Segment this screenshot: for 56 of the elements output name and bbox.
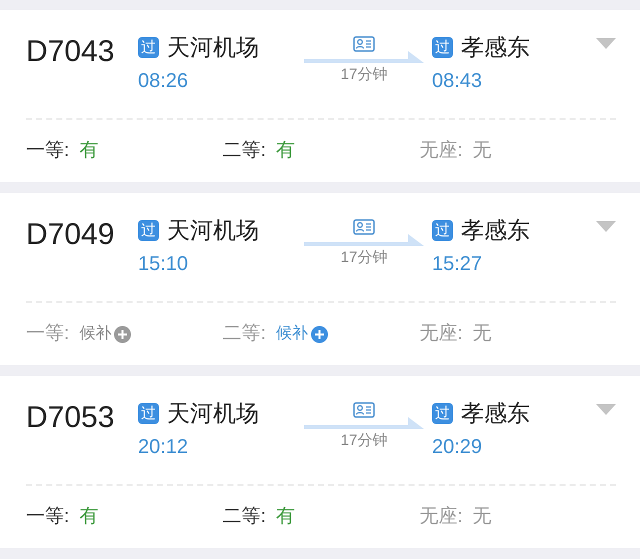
seat-class-label: 二等: xyxy=(222,505,266,529)
seat-availability: 无 xyxy=(472,322,492,346)
train-card[interactable]: D7053 过 天河机场 20:12 17分钟 过 孝感东 20:29 一等: 有 二等: 有 无座: 无 xyxy=(0,376,640,548)
seat-availability: 候补 xyxy=(276,324,308,344)
time: 20:29 xyxy=(432,435,484,460)
seat-class-label: 无座: xyxy=(419,322,463,346)
time: 08:43 xyxy=(432,69,484,94)
train-card[interactable]: D7043 过 天河机场 08:26 17分钟 过 孝感东 08:43 一等: 有 二等: 有 无座: 无 xyxy=(0,10,640,182)
seat-class-label: 一等: xyxy=(26,322,70,346)
seat-class-label: 一等: xyxy=(26,139,70,163)
time: 15:10 xyxy=(138,252,190,277)
seat-class-label: 无座: xyxy=(419,139,463,163)
station-name: 天河机场 xyxy=(167,216,259,245)
train-card[interactable]: D7049 过 天河机场 15:10 17分钟 过 孝感东 15:27 一等: 候补 二等: 候补 无座: 无 xyxy=(0,193,640,365)
arrow-icon xyxy=(304,234,424,246)
seat-class-label: 无座: xyxy=(419,505,463,529)
pass-badge: 过 xyxy=(432,220,453,240)
station-name: 孝感东 xyxy=(461,216,530,245)
pass-badge: 过 xyxy=(138,402,159,424)
arrow-icon xyxy=(304,51,424,63)
time: 20:12 xyxy=(138,435,190,460)
train-number: D7053 xyxy=(26,400,116,436)
arrow-icon xyxy=(304,417,424,429)
plus-icon[interactable] xyxy=(310,326,328,342)
station-name: 天河机场 xyxy=(167,33,259,62)
seat-class-label: 二等: xyxy=(222,322,266,346)
dropdown-triangle-icon[interactable] xyxy=(596,38,616,49)
seat-class-label: 二等: xyxy=(222,139,266,163)
seat-availability: 有 xyxy=(79,139,98,163)
pass-badge: 过 xyxy=(432,36,453,58)
time: 08:26 xyxy=(138,69,190,94)
pass-badge: 过 xyxy=(138,36,159,58)
station-name: 天河机场 xyxy=(167,399,259,428)
duration: 17分钟 xyxy=(340,65,388,85)
duration: 17分钟 xyxy=(340,248,388,268)
seat-availability: 有 xyxy=(79,505,98,529)
seat-availability: 候补 xyxy=(79,324,112,344)
seat-availability: 有 xyxy=(276,505,295,529)
seat-availability: 有 xyxy=(276,139,295,163)
dropdown-triangle-icon[interactable] xyxy=(596,221,616,232)
seat-availability: 无 xyxy=(472,505,492,529)
duration: 17分钟 xyxy=(340,431,388,451)
train-number: D7049 xyxy=(26,217,116,253)
plus-icon[interactable] xyxy=(114,326,132,342)
train-number: D7043 xyxy=(26,34,116,70)
pass-badge: 过 xyxy=(432,402,453,424)
seat-availability: 无 xyxy=(472,139,492,163)
seat-class-label: 一等: xyxy=(26,505,70,529)
dropdown-triangle-icon[interactable] xyxy=(596,404,616,415)
station-name: 孝感东 xyxy=(461,33,530,62)
id-card-icon xyxy=(353,219,375,235)
time: 15:27 xyxy=(432,252,484,277)
pass-badge: 过 xyxy=(138,220,159,240)
station-name: 孝感东 xyxy=(461,399,530,428)
id-card-icon xyxy=(353,402,375,418)
id-card-icon xyxy=(353,36,375,52)
